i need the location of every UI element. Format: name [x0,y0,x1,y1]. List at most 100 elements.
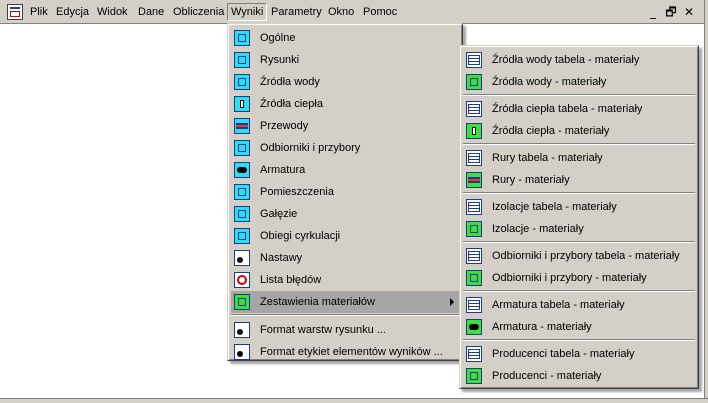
drawing-icon [234,52,250,68]
wyniki-menu-item[interactable]: Pomieszczenia [231,181,459,203]
submenu-item[interactable]: Źródła wody tabela - materiały [463,49,695,71]
window-frame-right [704,0,708,403]
restore-button[interactable]: 🗗 [663,5,679,19]
heat-source-icon [234,96,250,112]
menu-bar: Plik Edycja Widok Dane Obliczenia Wyniki… [0,0,704,24]
receivers-table-icon [466,248,482,264]
submenu-item-label: Rury tabela - materiały [492,152,603,164]
submenu-item[interactable]: Armatura - materiały [463,316,695,338]
wyniki-menu-item[interactable]: Gałęzie [231,203,459,225]
wyniki-menu-item[interactable]: Nastawy [231,247,459,269]
pipes-icon [234,118,250,134]
wyniki-menu-item[interactable]: Ogólne [231,27,459,49]
wyniki-menu-item-label: Przewody [260,120,309,132]
wyniki-menu-item[interactable]: Format etykiet elementów wyników ... [231,341,459,363]
submenu-item-label: Producenci - materiały [492,370,602,382]
wyniki-menu-item-label: Źródła wody [260,76,320,88]
menu-okno[interactable]: Okno [325,3,357,21]
menu-separator [463,241,695,243]
heat-source-icon [466,123,482,139]
wyniki-menu-item[interactable]: Format warstw rysunku ... [231,319,459,341]
wyniki-menu-item[interactable]: Źródła wody [231,71,459,93]
menu-pomoc[interactable]: Pomoc [360,3,400,21]
menu-parametry[interactable]: Parametry [268,3,325,21]
insulation-icon [466,221,482,237]
wyniki-menu-item-label: Armatura [260,164,306,176]
insulation-table-icon [466,199,482,215]
menu-plik[interactable]: Plik [27,3,51,21]
menu-separator [463,290,695,292]
wyniki-menu-item[interactable]: Źródła ciepła [231,93,459,115]
wyniki-menu-item[interactable]: Rysunki [231,49,459,71]
submenu-item[interactable]: Izolacje tabela - materiały [463,196,695,218]
wyniki-menu-item-label: Lista błędów [260,274,322,286]
fittings-icon [466,319,482,335]
menu-separator [463,192,695,194]
submenu-item[interactable]: Rury - materiały [463,169,695,191]
wyniki-menu-item-label: Format etykiet elementów wyników ... [260,346,443,358]
branches-icon [234,206,250,222]
window-frame-bottom [0,398,708,403]
menu-wyniki[interactable]: Wyniki [227,3,268,21]
submenu-item-label: Producenci tabela - materiały [492,348,635,360]
pipes-icon [466,172,482,188]
submenu-item[interactable]: Źródła ciepła tabela - materiały [463,98,695,120]
submenu-item[interactable]: Odbiorniki i przybory - materiały [463,267,695,289]
labels-format-icon [234,344,250,360]
submenu-item[interactable]: Armatura tabela - materiały [463,294,695,316]
menu-edycja[interactable]: Edycja [53,3,92,21]
submenu-item[interactable]: Źródła ciepła - materiały [463,120,695,142]
error-list-icon [234,272,250,288]
submenu-item-label: Źródła ciepła - materiały [492,125,610,137]
close-button[interactable]: ✕ [681,5,697,19]
menu-obliczenia[interactable]: Obliczenia [170,3,227,21]
submenu-item-label: Armatura tabela - materiały [492,299,625,311]
wyniki-menu-item-label: Ogólne [260,32,296,44]
pipes-table-icon [466,150,482,166]
wyniki-menu-item[interactable]: Zestawienia materiałów [231,291,459,313]
wyniki-menu-item-label: Źródła ciepła [260,98,323,110]
water-source-icon [466,74,482,90]
menu-separator [231,314,459,316]
wyniki-menu-item[interactable]: Obiegi cyrkulacji [231,225,459,247]
submenu-item[interactable]: Odbiorniki i przybory tabela - materiały [463,245,695,267]
submenu-item-label: Odbiorniki i przybory tabela - materiały [492,250,680,262]
fittings-table-icon [466,297,482,313]
submenu-item[interactable]: Rury tabela - materiały [463,147,695,169]
producers-icon [466,368,482,384]
wyniki-menu-item-label: Rysunki [260,54,300,66]
wyniki-menu-item-label: Zestawienia materiałów [260,296,375,308]
wyniki-menu-item[interactable]: Armatura [231,159,459,181]
minimize-button[interactable]: _ [645,5,661,19]
heat-source-table-icon [466,101,482,117]
materials-icon [234,294,250,310]
receivers-icon [234,140,250,156]
wyniki-menu-item[interactable]: Odbiorniki i przybory [231,137,459,159]
app-icon[interactable] [7,4,23,20]
menu-dane[interactable]: Dane [135,3,167,21]
submenu-item[interactable]: Źródła wody - materiały [463,71,695,93]
wyniki-menu-item[interactable]: Lista błędów [231,269,459,291]
submenu-item[interactable]: Izolacje - materiały [463,218,695,240]
wyniki-menu-item-label: Obiegi cyrkulacji [260,230,341,242]
submenu-arrow-icon [450,298,454,306]
submenu-item[interactable]: Producenci - materiały [463,365,695,387]
submenu-item-label: Źródła ciepła tabela - materiały [492,103,643,115]
menu-separator [463,94,695,96]
settings-icon [234,250,250,266]
menu-separator [463,339,695,341]
house-icon [234,30,250,46]
menu-widok[interactable]: Widok [94,3,131,21]
submenu-item-label: Rury - materiały [492,174,570,186]
menu-separator [463,143,695,145]
fittings-icon [234,162,250,178]
submenu-item-label: Odbiorniki i przybory - materiały [492,272,647,284]
submenu-item-label: Armatura - materiały [492,321,592,333]
submenu-item[interactable]: Producenci tabela - materiały [463,343,695,365]
wyniki-menu-item-label: Pomieszczenia [260,186,334,198]
submenu-item-label: Źródła wody - materiały [492,76,607,88]
wyniki-menu-item[interactable]: Przewody [231,115,459,137]
materials-submenu: Źródła wody tabela - materiały Źródła wod… [459,45,699,389]
submenu-item-label: Izolacje - materiały [492,223,584,235]
submenu-item-label: Izolacje tabela - materiały [492,201,617,213]
